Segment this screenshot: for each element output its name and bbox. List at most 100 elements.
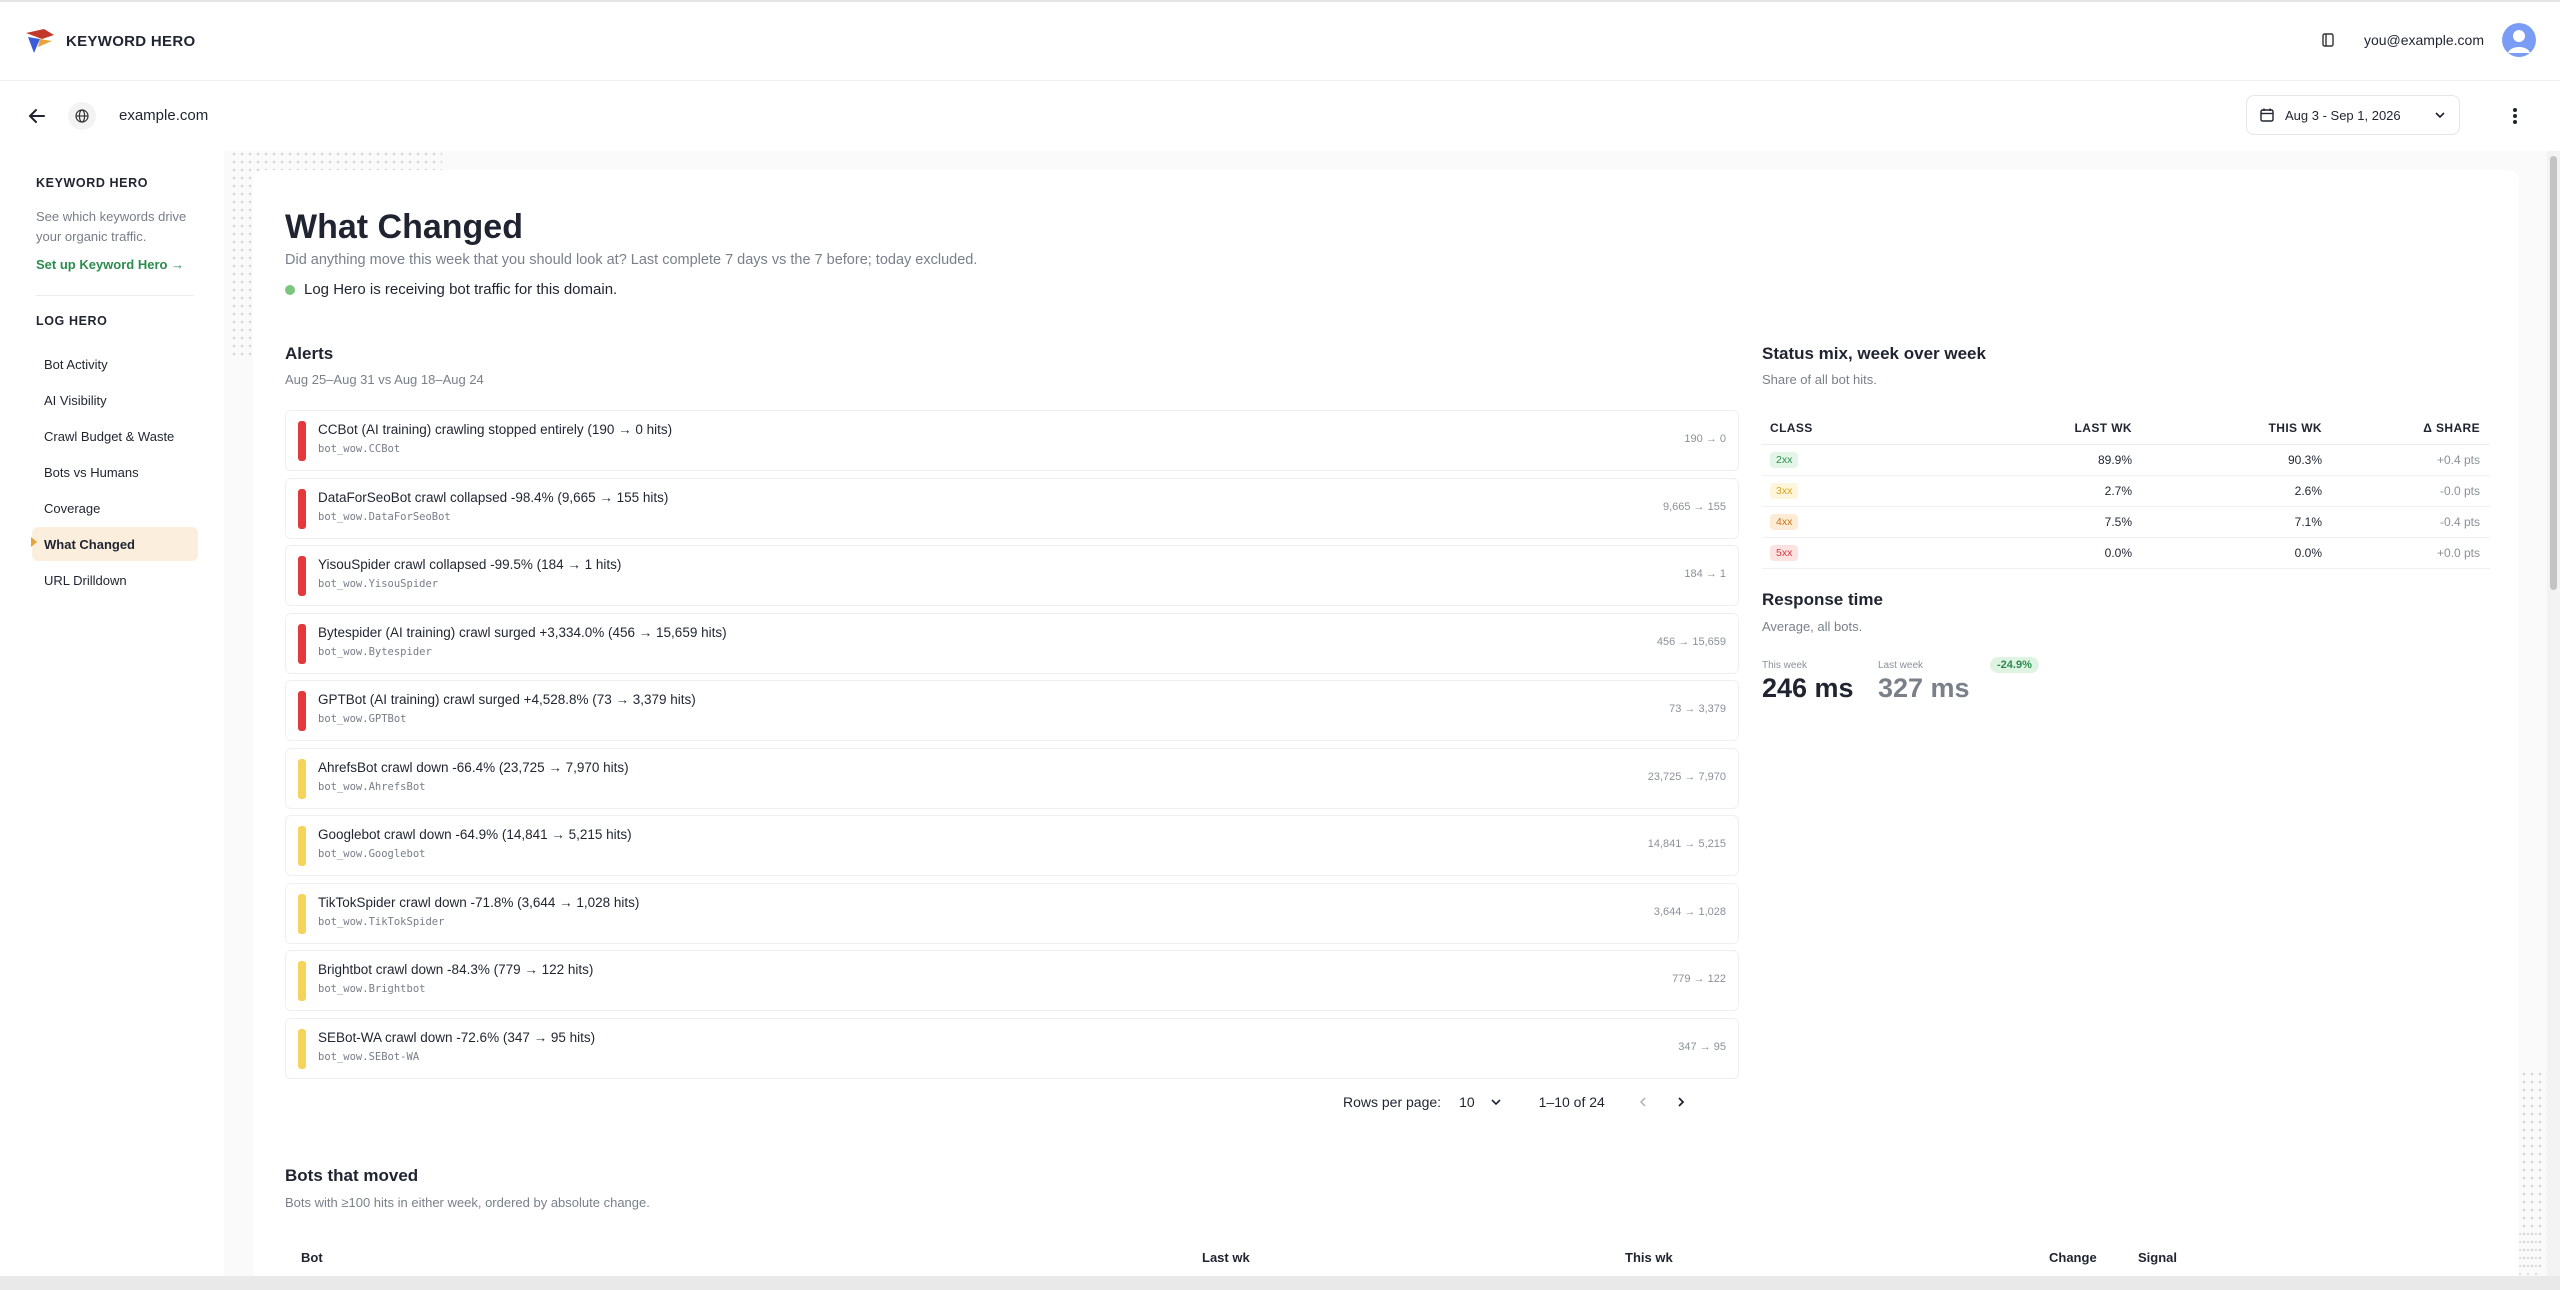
alert-code: bot_wow.SEBot-WA	[318, 1050, 420, 1063]
ingest-status-text: Log Hero is receiving bot traffic for th…	[304, 281, 618, 298]
alert-code: bot_wow.YisouSpider	[318, 578, 439, 590]
avatar[interactable]	[2502, 23, 2536, 57]
severity-bar-medium	[298, 893, 306, 934]
alert-row[interactable]: YisouSpider crawl collapsed -99.5% (184 …	[285, 545, 1739, 606]
alert-message: DataForSeoBot crawl collapsed -98.4% (9,…	[318, 489, 669, 505]
column-header-delta-share: Δ SHARE	[2332, 412, 2490, 445]
share-delta: +0.4 pts	[2332, 444, 2490, 476]
docs-button[interactable]	[2310, 22, 2346, 58]
bots-moved-table-header: Bot Last wk This wk Change Signal	[285, 1238, 2485, 1276]
sidebar-item-bots-vs-humans[interactable]: Bots vs Humans	[32, 455, 198, 489]
user-email[interactable]: you@example.com	[2364, 32, 2484, 48]
severity-bar-high	[298, 488, 306, 529]
status-class-badge: 3xx	[1770, 482, 1799, 499]
alert-message: Brightbot crawl down -84.3% (779 → 122 h…	[318, 962, 594, 977]
previous-page-button[interactable]	[1629, 1088, 1657, 1116]
sidebar-item-bot-activity[interactable]: Bot Activity	[32, 347, 198, 381]
pagination-range: 1–10 of 24	[1538, 1094, 1605, 1110]
brand-name: KEYWORD HERO	[66, 32, 196, 50]
date-range-picker[interactable]: Aug 3 - Sep 1, 2026	[2246, 95, 2460, 135]
scrollbar-thumb[interactable]	[2550, 156, 2557, 590]
last-week-share: 89.9%	[1952, 444, 2142, 476]
back-button[interactable]	[20, 99, 54, 133]
alert-row[interactable]: GPTBot (AI training) crawl surged +4,528…	[285, 680, 1739, 741]
severity-bar-medium	[298, 758, 306, 799]
alert-delta: 190 → 0	[1684, 433, 1726, 445]
this-week-share: 7.1%	[2142, 506, 2332, 538]
alert-row[interactable]: Googlebot crawl down -64.9% (14,841 → 5,…	[285, 815, 1739, 876]
sidebar-heading-keyword-hero: KEYWORD HERO	[36, 176, 149, 190]
response-time-subtitle: Average, all bots.	[1762, 619, 1863, 634]
chevron-left-icon	[1639, 1097, 1646, 1107]
page-subtitle: Did anything move this week that you sho…	[285, 252, 978, 268]
alert-message: YisouSpider crawl collapsed -99.5% (184 …	[318, 557, 622, 572]
top-bar: KEYWORD HERO you@example.com	[0, 0, 2560, 81]
sidebar-divider	[36, 295, 194, 296]
window-bottom-edge	[0, 1276, 2560, 1290]
alert-row[interactable]: Bytespider (AI training) crawl surged +3…	[285, 612, 1739, 674]
severity-bar-high	[298, 421, 306, 461]
column-header-change[interactable]: Change	[2049, 1250, 2097, 1265]
alert-row[interactable]: Brightbot crawl down -84.3% (779 → 122 h…	[285, 950, 1739, 1011]
alert-delta: 347 → 95	[1678, 1040, 1726, 1053]
more-options-button[interactable]	[2500, 101, 2530, 131]
book-icon	[2322, 33, 2334, 47]
pagination: Rows per page: 10 1–10 of 24	[1343, 1086, 1695, 1118]
sidebar-item-coverage[interactable]: Coverage	[32, 491, 198, 525]
sidebar-item-ai-visibility[interactable]: AI Visibility	[32, 383, 198, 417]
alert-code: bot_wow.Googlebot	[318, 848, 426, 860]
sidebar-item-url-drilldown[interactable]: URL Drilldown	[32, 563, 198, 597]
alert-message: CCBot (AI training) crawling stopped ent…	[318, 422, 673, 437]
active-item-marker-icon	[31, 537, 37, 547]
alert-delta: 73 → 3,379	[1669, 703, 1726, 715]
column-header-class: CLASS	[1762, 412, 1952, 445]
alert-message: TikTokSpider crawl down -71.8% (3,644 → …	[318, 894, 640, 910]
sidebar-item-what-changed[interactable]: What Changed	[32, 527, 198, 561]
alert-message: GPTBot (AI training) crawl surged +4,528…	[318, 692, 696, 707]
table-row: 4xx 7.5% 7.1% -0.4 pts	[1762, 506, 2490, 538]
response-time-change-badge: -24.9%	[1990, 657, 2039, 673]
sidebar: KEYWORD HERO See which keywords drive yo…	[0, 151, 224, 1276]
bots-moved-title: Bots that moved	[285, 1166, 419, 1185]
alert-row[interactable]: CCBot (AI training) crawling stopped ent…	[285, 410, 1739, 471]
alert-delta: 14,841 → 5,215	[1647, 838, 1726, 850]
table-row: 2xx 89.9% 90.3% +0.4 pts	[1762, 444, 2490, 476]
column-header-bot[interactable]: Bot	[301, 1250, 323, 1265]
sidebar-item-crawl-budget[interactable]: Crawl Budget & Waste	[32, 419, 198, 453]
domain-bar: example.com Aug 3 - Sep 1, 2026	[0, 81, 2560, 151]
share-delta: -0.4 pts	[2332, 506, 2490, 538]
alerts-list: CCBot (AI training) crawling stopped ent…	[285, 410, 1739, 1085]
last-week-label: Last week	[1878, 660, 1924, 671]
alert-delta: 456 → 15,659	[1656, 635, 1726, 648]
next-page-button[interactable]	[1667, 1088, 1695, 1116]
alert-delta: 779 → 122	[1672, 973, 1726, 985]
alert-row[interactable]: TikTokSpider crawl down -71.8% (3,644 → …	[285, 882, 1739, 944]
this-week-share: 0.0%	[2142, 537, 2332, 569]
alert-message: AhrefsBot crawl down -66.4% (23,725 → 7,…	[318, 759, 629, 775]
alert-delta: 9,665 → 155	[1663, 500, 1726, 513]
alert-row[interactable]: SEBot-WA crawl down -72.6% (347 → 95 hit…	[285, 1017, 1739, 1079]
last-week-share: 0.0%	[1952, 537, 2142, 569]
alert-delta: 23,725 → 7,970	[1647, 770, 1726, 783]
page-title: What Changed	[285, 208, 523, 246]
status-mix-header-row: CLASS LAST WK THIS WK Δ SHARE	[1762, 412, 2490, 445]
status-class-badge: 2xx	[1770, 451, 1799, 468]
severity-bar-high	[298, 691, 306, 731]
calendar-icon	[2260, 108, 2274, 122]
column-header-last-wk[interactable]: Last wk	[1202, 1250, 1250, 1265]
sidebar-description: See which keywords drive your organic tr…	[36, 209, 187, 244]
alert-code: bot_wow.TikTokSpider	[318, 915, 445, 928]
setup-keyword-hero-link[interactable]: Set up Keyword Hero →	[36, 257, 184, 272]
alert-code: bot_wow.CCBot	[318, 443, 401, 455]
column-header-signal[interactable]: Signal	[2138, 1250, 2177, 1265]
brand[interactable]: KEYWORD HERO	[24, 27, 195, 55]
this-week-share: 90.3%	[2142, 444, 2332, 476]
alert-delta: 3,644 → 1,028	[1653, 905, 1726, 918]
column-header-this-wk[interactable]: This wk	[1625, 1250, 1673, 1265]
rows-per-page-select[interactable]: 10	[1453, 1086, 1509, 1118]
status-class-badge: 4xx	[1770, 513, 1799, 530]
alert-row[interactable]: DataForSeoBot crawl collapsed -98.4% (9,…	[285, 477, 1739, 539]
bots-moved-subtitle: Bots with ≥100 hits in either week, orde…	[285, 1195, 650, 1210]
alert-row[interactable]: AhrefsBot crawl down -66.4% (23,725 → 7,…	[285, 747, 1739, 809]
date-range-text: Aug 3 - Sep 1, 2026	[2285, 107, 2401, 123]
